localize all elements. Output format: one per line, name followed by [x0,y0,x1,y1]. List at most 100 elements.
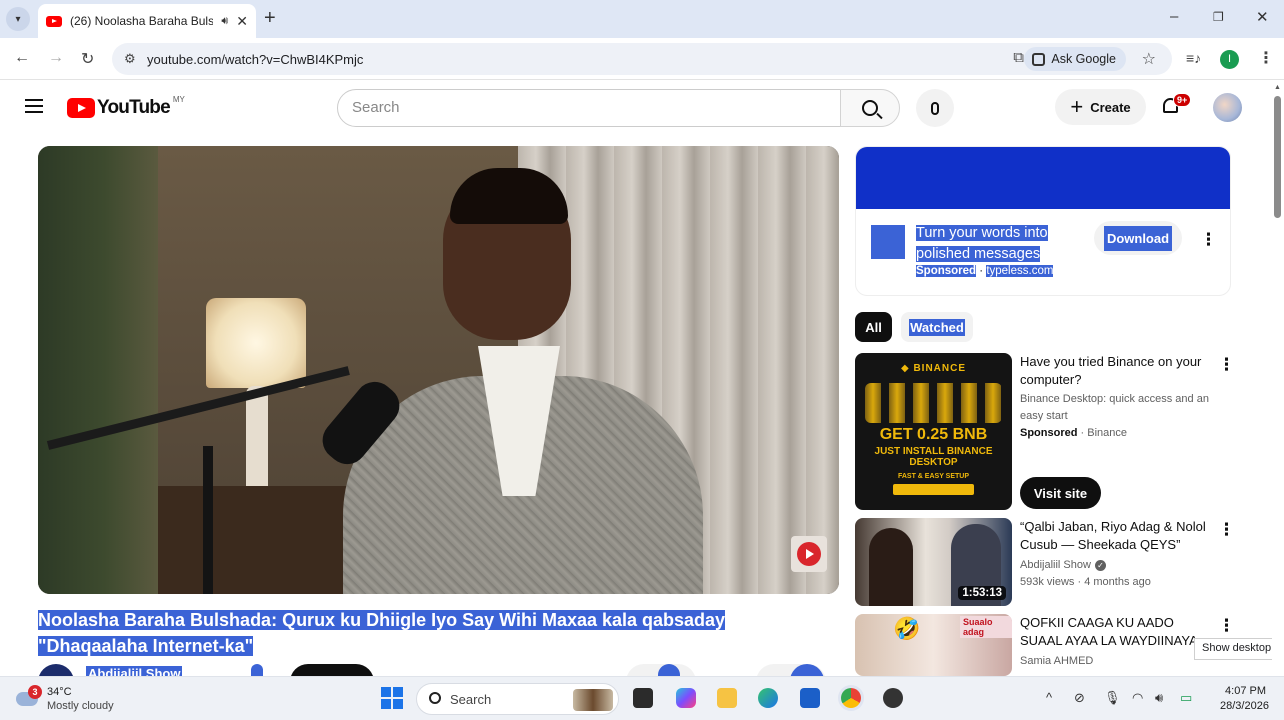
minimize-button[interactable]: – [1170,8,1178,25]
visit-site-button[interactable]: Visit site [1020,477,1101,509]
chrome-icon[interactable] [841,688,861,708]
binance-more-options-icon[interactable]: ⋮ [1218,356,1235,373]
binance-coins-graphic [865,383,1002,423]
reload-icon[interactable]: ↻ [81,49,94,69]
ad-download-button[interactable]: Download [1094,221,1182,255]
video-title: Noolasha Baraha Bulshada: Qurux ku Dhiig… [38,607,838,659]
site-info-icon[interactable]: ⚙︎ [124,51,136,67]
binance-ad-thumbnail[interactable]: ◆ BINANCE GET 0.25 BNB JUST INSTALL BINA… [855,353,1012,510]
video-channel-name[interactable]: Samia AHMED [1020,653,1198,670]
browser-tab-bar: ▾ (26) Noolasha Baraha Bulsh 🔊︎ ✕ + – ❐ … [0,0,1284,38]
search-highlight-image [573,689,613,711]
video-title-link[interactable]: QOFKII CAAGA KU AADO SUAAL AYAA LA WAYDI… [1020,614,1198,650]
media-controls-icon[interactable]: ≡♪ [1186,50,1201,66]
bookmark-star-icon[interactable]: ☆ [1142,49,1156,69]
battery-icon[interactable]: ▭ [1180,690,1192,706]
notifications-button[interactable]: 9+ [1163,93,1192,116]
tab-close-icon[interactable]: ✕ [236,13,248,30]
youtube-logo[interactable]: YouTube MY [67,94,185,119]
ask-google-label: Ask Google [1051,52,1116,66]
video-player[interactable] [38,146,839,594]
weather-temperature: 34°C [47,686,72,698]
address-bar[interactable]: ⚙︎ youtube.com/watch?v=ChwBI4KPmjc ⧉ Ask… [112,43,1172,75]
taskbar-search[interactable]: Search [416,683,619,715]
browser-tab[interactable]: (26) Noolasha Baraha Bulsh 🔊︎ ✕ [38,4,256,38]
search-input[interactable]: Search [337,89,841,127]
url-text[interactable]: youtube.com/watch?v=ChwBI4KPmjc [147,52,363,67]
scrollbar-thumb[interactable] [1274,96,1281,218]
binance-ad-title[interactable]: Have you tried Binance on your computer? [1020,353,1210,389]
back-arrow-icon[interactable]: ← [14,49,30,67]
create-button[interactable]: + Create [1055,89,1146,125]
channel-verified-mark [251,664,263,676]
notification-badge: 9+ [1173,93,1192,107]
video-more-options-icon[interactable]: ⋮ [1218,617,1235,634]
binance-logo-text: ◆ BINANCE [900,363,967,374]
task-view-icon[interactable] [633,688,653,708]
subscribe-button[interactable] [290,664,374,676]
ask-google-button[interactable]: Ask Google [1024,47,1126,71]
ad-sponsor-line: Sponsored · typeless.com [916,265,1054,277]
profile-avatar[interactable]: I [1220,50,1239,69]
microsoft-store-icon[interactable] [800,688,820,708]
page-scrollbar[interactable]: ▲ [1272,84,1284,676]
weather-widget[interactable]: 3 34°C Mostly cloudy [16,684,136,714]
weather-badge: 3 [28,685,42,699]
video-thumbnail[interactable]: 🤣 Suaalo adag [855,614,1012,676]
new-tab-icon[interactable]: + [264,8,276,28]
video-title-link[interactable]: “Qalbi Jaban, Riyo Adag & Nolol Cusub — … [1020,518,1210,554]
clock-date: 28/3/2026 [1220,700,1269,712]
close-window-button[interactable]: ✕ [1256,8,1269,26]
binance-thumb-cta-bar [893,484,974,495]
speaker-icon[interactable]: 🔊︎ [221,15,228,28]
guide-menu-icon[interactable] [25,99,43,117]
wifi-icon[interactable]: ◠ [1132,690,1143,706]
scroll-up-arrow-icon[interactable]: ▲ [1274,84,1281,91]
browser-toolbar: ← → ↻ ⚙︎ youtube.com/watch?v=ChwBI4KPmjc… [0,38,1284,80]
ad-more-options-icon[interactable]: ⋮ [1200,231,1217,248]
channel-name[interactable]: Abdijaliil Show [86,666,183,676]
windows-start-icon[interactable] [381,687,403,709]
video-title-text: Noolasha Baraha Bulshada: Qurux ku Dhiig… [38,610,726,656]
channel-watermark-icon [797,542,821,566]
video-stats-line: 593k views · 4 months ago [1020,576,1151,588]
search-button[interactable] [840,89,900,127]
create-label: Create [1090,99,1131,115]
sponsored-ad-card[interactable]: Turn your words into polished messages S… [855,146,1231,296]
file-explorer-icon[interactable] [717,688,737,708]
channel-avatar[interactable] [38,664,74,676]
binance-ad-sponsor-line: Sponsored · Binance [1020,427,1127,439]
video-channel-line: Abdijaliil Show ✓ [1020,557,1210,574]
video-channel-name[interactable]: Abdijaliil Show [1020,559,1091,571]
forward-arrow-icon[interactable]: → [48,49,64,67]
maximize-button[interactable]: ❐ [1213,10,1224,24]
voice-search-button[interactable] [916,89,954,127]
chip-all[interactable]: All [855,312,892,342]
microphone-tray-icon[interactable]: 🎙︎ [1104,690,1121,706]
tab-search-dropdown-icon[interactable]: ▾ [6,7,30,31]
account-avatar[interactable] [1213,93,1242,122]
channel-watermark[interactable] [791,536,827,572]
video-more-options-icon[interactable]: ⋮ [1218,521,1235,538]
copilot-icon[interactable] [676,688,696,708]
taskbar-search-icon [429,692,441,704]
tray-chevron-icon[interactable]: ^ [1046,690,1052,705]
video-meta: “Qalbi Jaban, Riyo Adag & Nolol Cusub — … [1020,518,1210,591]
binance-thumb-headline: GET 0.25 BNB [879,426,988,443]
video-thumbnail[interactable]: 1:53:13 [855,518,1012,606]
ad-headline[interactable]: Turn your words into polished messages [916,223,1066,265]
show-desktop-tooltip: Show desktop [1194,638,1280,660]
volume-icon[interactable]: 🔊︎ [1155,690,1163,706]
edge-icon[interactable] [758,688,778,708]
network-off-icon[interactable]: ⊘ [1074,690,1085,706]
install-app-icon[interactable]: ⧉ [1013,49,1024,66]
chrome-menu-icon[interactable]: ⋮ [1258,48,1274,68]
video-frame-mic-stand [203,446,213,594]
chip-watched[interactable]: Watched [901,312,973,342]
taskbar-clock[interactable]: 4:07 PM 28/3/2026 [1220,684,1269,714]
weather-condition: Mostly cloudy [47,700,114,712]
app-icon[interactable] [883,688,903,708]
country-code: MY [172,94,185,104]
ad-download-label: Download [1103,225,1173,251]
thumbnail-tag: Suaalo adag [960,616,1012,638]
